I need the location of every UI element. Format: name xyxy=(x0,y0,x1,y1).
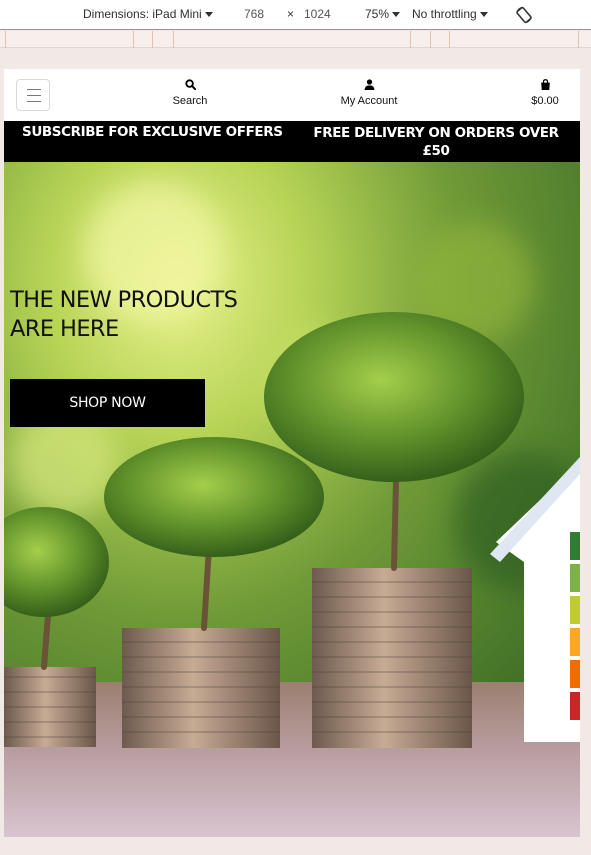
throttling-select[interactable]: No throttling xyxy=(412,7,488,21)
menu-button[interactable] xyxy=(16,79,50,111)
times-symbol: × xyxy=(287,7,295,21)
height-input[interactable]: 1024 xyxy=(304,7,331,21)
shop-now-button[interactable]: SHOP NOW xyxy=(10,379,205,427)
hero-image xyxy=(4,162,580,837)
search-link[interactable]: Search xyxy=(164,79,216,107)
device-toolbar: Dimensions: iPad Mini 768 × 1024 75% No … xyxy=(0,0,591,30)
free-delivery-text: FREE DELIVERY ON ORDERS OVER £50 xyxy=(313,125,559,159)
my-account-link[interactable]: My Account xyxy=(332,79,406,107)
promo-bar: SUBSCRIBE FOR EXCLUSIVE OFFERS FREE DELI… xyxy=(4,121,580,162)
search-icon xyxy=(184,79,196,90)
hero-banner: THE NEW PRODUCTS ARE HERE SHOP NOW xyxy=(4,162,580,837)
cart-link[interactable]: $0.00 xyxy=(524,79,566,107)
rotate-icon[interactable] xyxy=(514,5,534,25)
emulated-page: Search My Account $0.00 SUBSCRIBE FOR EX… xyxy=(4,69,580,837)
dimensions-select[interactable]: Dimensions: iPad Mini xyxy=(83,7,213,21)
cart-total: $0.00 xyxy=(531,95,559,107)
hero-headline-line1: THE NEW PRODUCTS xyxy=(10,287,238,313)
user-icon xyxy=(364,79,374,90)
throttling-label: No throttling xyxy=(412,7,477,21)
hero-headline: THE NEW PRODUCTS ARE HERE xyxy=(10,286,238,344)
zoom-select[interactable]: 75% xyxy=(365,7,401,21)
width-input[interactable]: 768 xyxy=(244,7,264,21)
zoom-label: 75% xyxy=(365,7,390,21)
my-account-label: My Account xyxy=(340,95,398,107)
search-label: Search xyxy=(172,95,208,107)
top-navigation: Search My Account $0.00 xyxy=(4,69,580,121)
subscribe-offer-text[interactable]: SUBSCRIBE FOR EXCLUSIVE OFFERS xyxy=(22,124,283,140)
chevron-down-icon xyxy=(204,12,213,17)
media-query-ruler xyxy=(0,31,591,48)
dimensions-label: Dimensions: iPad Mini xyxy=(83,7,202,21)
chevron-down-icon xyxy=(479,12,488,17)
chevron-down-icon xyxy=(392,12,401,17)
hero-headline-line2: ARE HERE xyxy=(10,316,119,342)
shopping-bag-icon xyxy=(540,79,550,90)
